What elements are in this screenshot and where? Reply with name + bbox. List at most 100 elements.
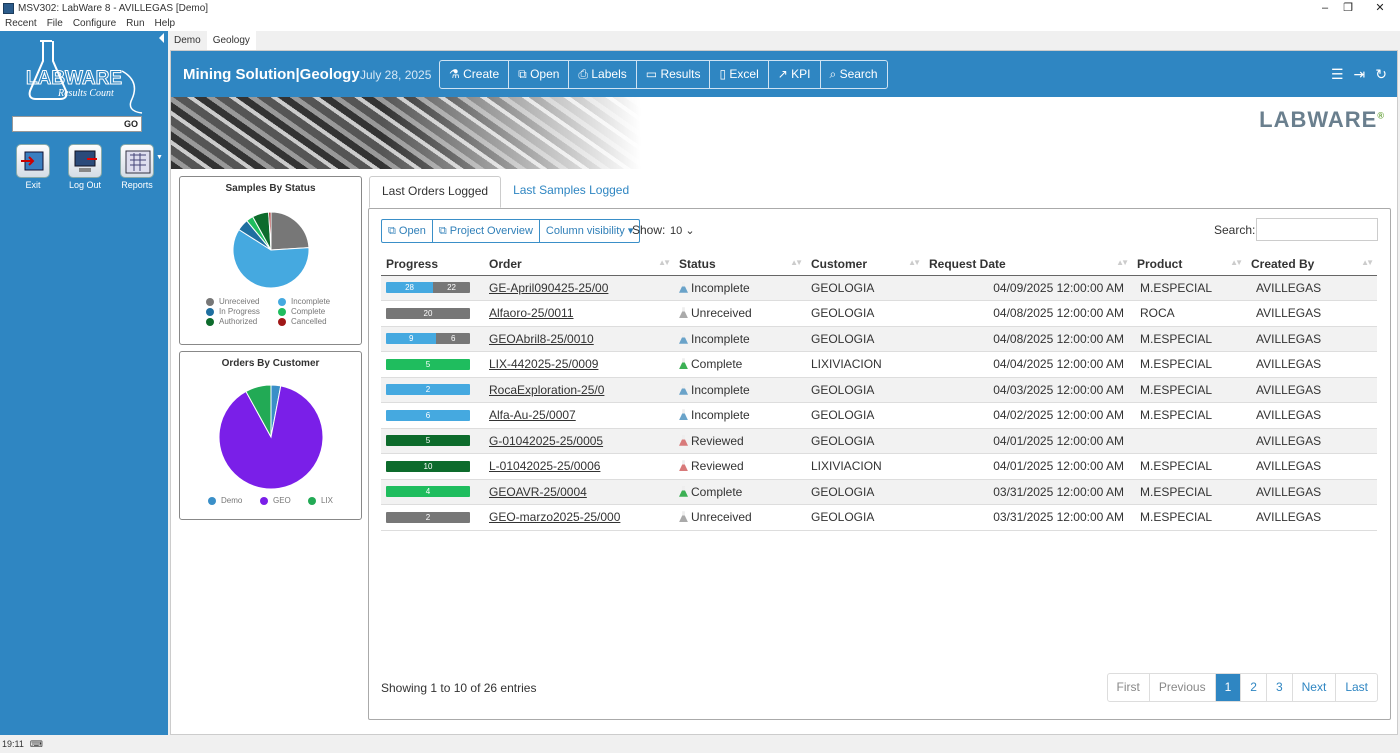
tab-last-samples[interactable]: Last Samples Logged [501,176,641,208]
legend-item[interactable]: Cancelled [278,317,350,326]
menu-run[interactable]: Run [121,17,149,31]
legend-dot [208,496,216,505]
legend-item[interactable]: Incomplete [278,297,350,306]
column-header-status[interactable]: Status ▲▼ [674,253,806,276]
page-button-2[interactable]: 2 [1241,674,1267,701]
column-header-product[interactable]: Product ▲▼ [1132,253,1246,276]
pie-slice-unreceived[interactable] [270,211,310,251]
column-visibility-button[interactable]: Column visibility ▾ [540,220,639,242]
status-flask-icon [679,460,688,472]
table-row[interactable]: 6 Alfa-Au-25/0007 Incomplete GEOLOGIA 04/02/… [381,402,1377,429]
project-overview-button[interactable]: ⧉ Project Overview [433,220,540,242]
table-row[interactable]: 28 22 GE-April090425-25/00 Incomplete GEOLOG… [381,275,1377,301]
results-button[interactable]: ▭ Results [637,61,711,88]
column-header-request-date[interactable]: Request Date ▲▼ [924,253,1132,276]
tab-geology[interactable]: Geology [206,31,256,50]
page-length-select[interactable]: 10 ⌄ [670,224,710,237]
request-date-cell: 04/09/2025 12:00:00 AM [924,275,1132,301]
legend-label: Complete [291,307,326,316]
progress-cell: 4 [381,479,484,505]
table-row[interactable]: 4 GEOAVR-25/0004 Complete GEOLOGIA 03/31/202… [381,479,1377,505]
table-row[interactable]: 5 LIX-442025-25/0009 Complete LIXIVIACION 04… [381,351,1377,378]
go-button[interactable]: GO [124,119,141,129]
table-row[interactable]: 5 G-01042025-25/0005 Reviewed GEOLOGIA 04/01… [381,428,1377,454]
tab-last-orders[interactable]: Last Orders Logged [369,176,502,208]
created-by-cell: AVILLEGAS [1246,326,1377,352]
sign-out-icon[interactable]: ⇥ [1354,66,1366,83]
progress-segment: 20 [386,307,470,319]
legend-item[interactable]: LIX [308,496,348,505]
legend-item[interactable]: Complete [278,307,350,316]
close-button[interactable]: ✕ [1365,0,1395,16]
progress-bar: 5 [386,435,470,447]
order-link[interactable]: GEO-marzo2025-25/000 [489,510,620,524]
labware-logo: LABWARE Results Count [26,40,143,114]
order-link[interactable]: GE-April090425-25/00 [489,281,608,295]
maximize-button[interactable]: ❐ [1333,0,1363,16]
status-flask-icon [679,281,688,293]
table-row[interactable]: 2 RocaExploration-25/0 Incomplete GEOLOGIA 0… [381,377,1377,403]
collapse-sidebar-icon[interactable] [159,33,164,43]
status-text: Incomplete [691,331,750,346]
order-link[interactable]: LIX-442025-25/0009 [489,357,598,371]
page-button-last[interactable]: Last [1336,674,1377,701]
table-row[interactable]: 10 L-01042025-25/0006 Reviewed LIXIVIACION 0… [381,453,1377,480]
refresh-icon[interactable]: ↻ [1375,66,1387,83]
exit-label: Exit [25,180,41,190]
menu-help[interactable]: Help [150,17,181,31]
table-row[interactable]: 20 Alfaoro-25/0011 Unreceived GEOLOGIA 04/08… [381,300,1377,327]
table-row[interactable]: 9 6 GEOAbril8-25/0010 Incomplete GEOLOGIA 04/… [381,326,1377,352]
progress-segment: 6 [386,409,470,421]
search-button[interactable]: ⌕ Search [821,61,887,88]
column-header-order[interactable]: Order ▲▼ [484,253,674,276]
tab-demo[interactable]: Demo [168,31,207,50]
table-open-button[interactable]: ⧉ Open [382,220,433,242]
legend-item[interactable]: Unreceived [206,297,278,306]
column-header-created-by[interactable]: Created By ▲▼ [1246,253,1377,276]
status-flask-icon [679,485,688,497]
logo-text: LABWARE [26,68,122,89]
menu-recent[interactable]: Recent [0,17,42,31]
legend-label: GEO [273,496,291,505]
status-cell: Unreceived [674,504,806,531]
status-flask-icon [679,383,688,395]
reports-button[interactable]: Reports [112,144,162,190]
kpi-button[interactable]: ↗ KPI [769,61,821,88]
legend-item[interactable]: Demo [208,496,260,505]
order-link[interactable]: Alfaoro-25/0011 [489,306,574,320]
legend-item[interactable]: In Progress [206,307,278,316]
page-button-1[interactable]: 1 [1215,674,1242,701]
logout-button[interactable]: Log Out [60,144,110,190]
legend-label: Cancelled [291,317,327,326]
legend-item[interactable]: Authorized [206,317,278,326]
order-link[interactable]: L-01042025-25/0006 [489,459,600,473]
page-button-3[interactable]: 3 [1267,674,1293,701]
excel-button[interactable]: ▯ Excel [710,61,769,88]
created-by-cell: AVILLEGAS [1246,504,1377,531]
reports-dropdown-icon[interactable]: ▼ [156,154,163,190]
keyboard-icon: ⌨ [29,738,43,749]
create-button[interactable]: ⚗ Create [440,61,510,88]
column-header-progress[interactable]: Progress [381,253,484,276]
legend-item[interactable]: GEO [260,496,308,505]
open-button[interactable]: ⧉ Open [509,61,570,88]
menu-file[interactable]: File [42,17,68,31]
order-link[interactable]: Alfa-Au-25/0007 [489,408,576,422]
labels-button[interactable]: ⎙ Labels [569,61,637,88]
order-link[interactable]: RocaExploration-25/0 [489,383,604,397]
product-cell: M.ESPECIAL [1132,504,1246,531]
table-row[interactable]: 2 GEO-marzo2025-25/000 Unreceived GEOLOGIA 0… [381,504,1377,531]
sidebar-search-input[interactable] [13,117,123,131]
order-link[interactable]: GEOAbril8-25/0010 [489,332,594,346]
page-button-first[interactable]: First [1108,674,1150,701]
menu-configure[interactable]: Configure [68,17,121,31]
order-link[interactable]: GEOAVR-25/0004 [489,485,587,499]
product-cell: M.ESPECIAL [1132,377,1246,403]
exit-button[interactable]: Exit [8,144,58,190]
page-button-previous[interactable]: Previous [1150,674,1216,701]
order-link[interactable]: G-01042025-25/0005 [489,434,603,448]
column-header-customer[interactable]: Customer ▲▼ [806,253,924,276]
page-button-next[interactable]: Next [1293,674,1337,701]
table-search-input[interactable] [1256,218,1378,241]
hamburger-menu-icon[interactable]: ☰ [1331,66,1344,83]
